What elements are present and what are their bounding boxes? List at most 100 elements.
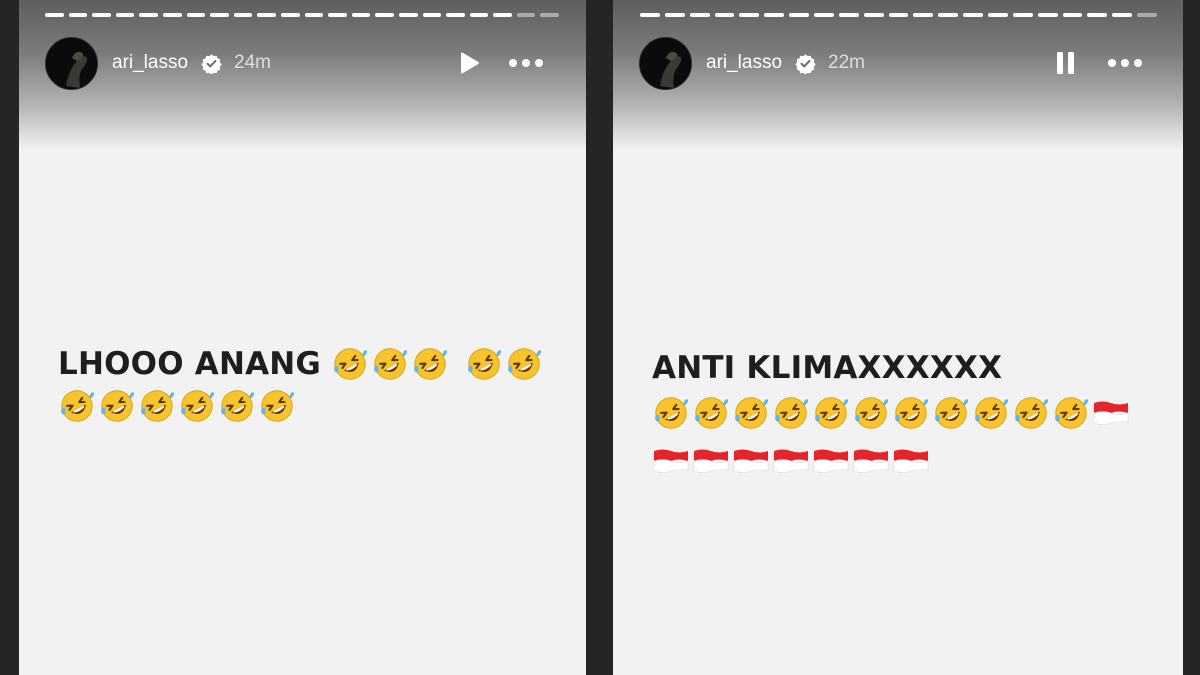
emoji-row [652, 437, 1152, 485]
more-options-icon[interactable] [1106, 52, 1146, 74]
progress-segment [1062, 13, 1083, 17]
post-timestamp: 22m [828, 52, 865, 73]
progress-segment [493, 13, 512, 17]
progress-segment [257, 13, 276, 17]
progress-segment [1012, 13, 1033, 17]
pause-icon[interactable] [1053, 50, 1079, 76]
caption-line: ANTI KLIMAXXXXXX [652, 347, 1152, 389]
progress-segment [375, 13, 394, 17]
progress-segment [516, 13, 536, 17]
emoji-row [58, 385, 558, 427]
progress-segment [351, 13, 371, 17]
progress-segment [838, 13, 859, 17]
progress-segment [814, 13, 834, 17]
username[interactable]: ari_lasso [112, 51, 188, 75]
progress-segment [739, 13, 760, 17]
progress-segment [764, 13, 785, 17]
progress-segment [664, 13, 685, 17]
rolling-laughing-emoji-icon [374, 348, 408, 380]
progress-segment [789, 13, 810, 17]
progress-segment [540, 13, 560, 17]
story-panel[interactable]: ari_lasso 22m ANTI KLIMAXXXXXX [613, 0, 1183, 675]
story-text: ANTI KLIMAXXXXXX [652, 347, 1152, 485]
avatar-image [640, 38, 691, 89]
progress-segment [92, 13, 111, 17]
rolling-laughing-emoji-icon [181, 390, 215, 422]
indonesia-flag-icon [733, 449, 769, 473]
story-panel[interactable]: ari_lasso 24m LHOOO ANANG [19, 0, 586, 675]
rolling-laughing-emoji-icon [261, 390, 295, 422]
rolling-laughing-emoji-icon [468, 348, 502, 380]
progress-segment [469, 13, 489, 17]
more-options-icon[interactable] [507, 52, 547, 74]
progress-segment [963, 13, 984, 17]
progress-segment [233, 13, 253, 17]
progress-segment [280, 13, 300, 17]
progress-segment [162, 13, 182, 17]
post-timestamp: 24m [234, 52, 271, 73]
progress-segment [888, 13, 909, 17]
progress-segment [689, 13, 710, 17]
emoji-row [652, 389, 1152, 437]
indonesia-flag-icon [1093, 401, 1129, 425]
progress-segment [988, 13, 1008, 17]
caption-text: ANTI KLIMAXXXXXX [652, 350, 1003, 386]
progress-segment [1037, 13, 1058, 17]
username[interactable]: ari_lasso [706, 51, 782, 75]
progress-segment [1112, 13, 1133, 17]
indonesia-flag-icon [893, 449, 929, 473]
progress-segment [115, 13, 135, 17]
rolling-laughing-emoji-icon [655, 397, 689, 429]
rolling-laughing-emoji-icon [775, 397, 809, 429]
progress-segment [328, 13, 347, 17]
story-text: LHOOO ANANG [58, 343, 558, 427]
rolling-laughing-emoji-icon [508, 348, 542, 380]
progress-segment [139, 13, 158, 17]
rolling-laughing-emoji-icon [1055, 397, 1089, 429]
rolling-laughing-emoji-icon [1015, 397, 1049, 429]
rolling-laughing-emoji-icon [101, 390, 135, 422]
rolling-laughing-emoji-icon [855, 397, 889, 429]
progress-segment [714, 13, 735, 17]
rolling-laughing-emoji-icon [334, 348, 368, 380]
progress-segment [398, 13, 418, 17]
verified-badge-icon [795, 53, 816, 75]
rolling-laughing-emoji-icon [935, 397, 969, 429]
story-header-gradient [19, 0, 586, 150]
indonesia-flag-icon [653, 449, 689, 473]
caption-emojis [331, 345, 545, 383]
indonesia-flag-icon [813, 449, 849, 473]
progress-segment [1137, 13, 1158, 17]
progress-segment [913, 13, 934, 17]
indonesia-flag-icon [853, 449, 889, 473]
indonesia-flag-icon [693, 449, 729, 473]
progress-segment [1087, 13, 1108, 17]
play-icon[interactable] [456, 50, 482, 76]
rolling-laughing-emoji-icon [695, 397, 729, 429]
verified-badge-icon [201, 53, 222, 75]
progress-segment [210, 13, 229, 17]
progress-segment [68, 13, 88, 17]
story-progress-bar [640, 13, 1158, 17]
rolling-laughing-emoji-icon [975, 397, 1009, 429]
rolling-laughing-emoji-icon [141, 390, 175, 422]
progress-segment [422, 13, 442, 17]
rolling-laughing-emoji-icon [815, 397, 849, 429]
progress-segment [938, 13, 959, 17]
progress-segment [45, 13, 64, 17]
avatar[interactable] [639, 37, 692, 90]
indonesia-flag-icon [773, 449, 809, 473]
progress-segment [446, 13, 465, 17]
avatar[interactable] [45, 37, 98, 90]
rolling-laughing-emoji-icon [414, 348, 448, 380]
story-header-gradient [613, 0, 1183, 150]
rolling-laughing-emoji-icon [735, 397, 769, 429]
rolling-laughing-emoji-icon [895, 397, 929, 429]
caption-text: LHOOO ANANG [58, 346, 322, 382]
progress-segment [186, 13, 206, 17]
rolling-laughing-emoji-icon [221, 390, 255, 422]
progress-segment [863, 13, 884, 17]
avatar-image [46, 38, 97, 89]
progress-segment [304, 13, 324, 17]
progress-segment [640, 13, 660, 17]
